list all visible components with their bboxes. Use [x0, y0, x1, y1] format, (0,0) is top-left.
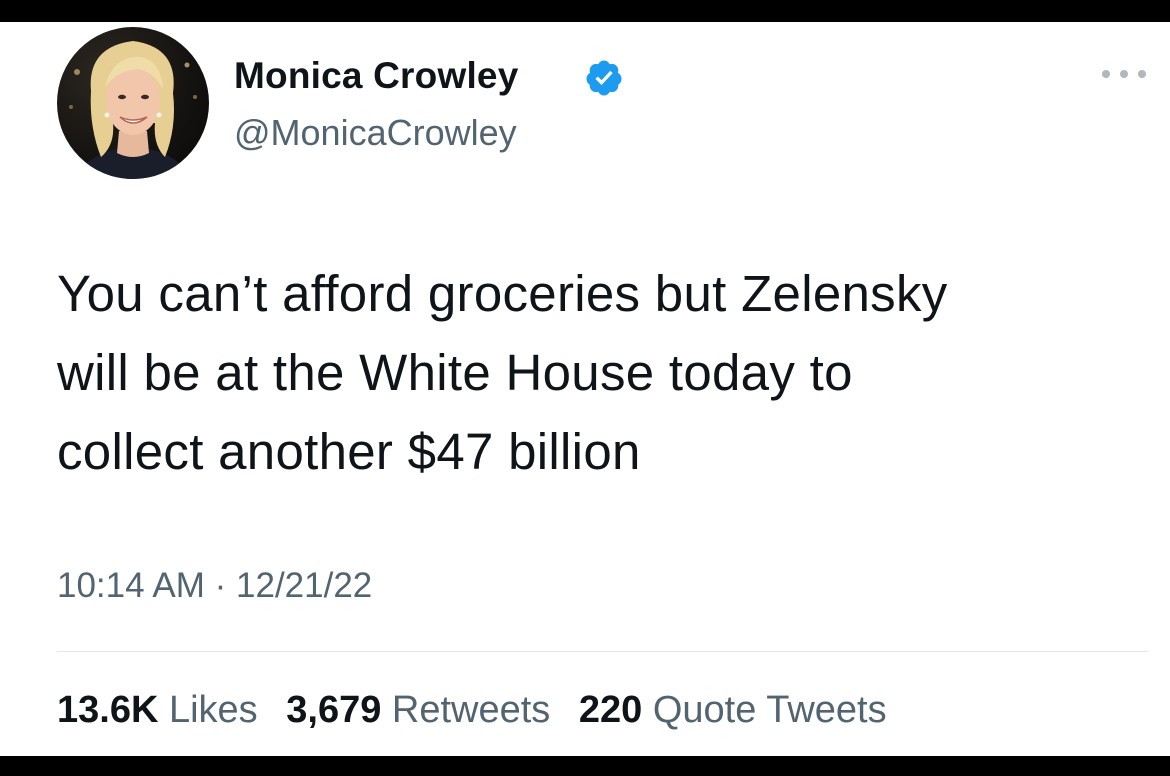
more-dot	[1120, 70, 1128, 78]
tweet-text-line: You can’t afford groceries but Zelensky	[57, 265, 948, 322]
avatar-photo	[69, 41, 197, 179]
tweet-stats: 13.6K Likes 3,679 Retweets 220 Quote Twe…	[57, 689, 905, 732]
avatar[interactable]	[57, 27, 209, 179]
retweets-count: 3,679	[286, 689, 382, 731]
tweet-text-line: will be at the White House today to	[57, 344, 853, 401]
quote-tweets-count: 220	[578, 689, 643, 731]
retweets-label: Retweets	[391, 689, 551, 731]
tweet-text-line: collect another $47 billion	[57, 423, 641, 480]
tweet-timestamp: 10:14 AM · 12/21/22	[57, 566, 372, 606]
tweet-date[interactable]: 12/21/22	[236, 566, 372, 605]
tweet-time[interactable]: 10:14 AM	[57, 566, 205, 605]
quote-tweets-label: Quote Tweets	[652, 689, 887, 731]
timestamp-separator: ·	[214, 566, 227, 605]
author-handle[interactable]: @MonicaCrowley	[234, 112, 517, 154]
tweet-text: You can’t afford groceries but Zelensky …	[57, 254, 1147, 491]
more-options-icon[interactable]	[1102, 66, 1146, 82]
more-dot	[1138, 70, 1146, 78]
retweets-stat[interactable]: 3,679 Retweets	[286, 689, 550, 731]
likes-count: 13.6K	[57, 689, 159, 731]
author-display-name[interactable]: Monica Crowley	[234, 55, 518, 97]
tweet-card: Monica Crowley @MonicaCrowley You can’t …	[0, 22, 1170, 756]
verified-badge-icon	[586, 60, 622, 96]
likes-label: Likes	[168, 689, 258, 731]
more-dot	[1102, 70, 1110, 78]
quote-tweets-stat[interactable]: 220 Quote Tweets	[579, 689, 887, 731]
likes-stat[interactable]: 13.6K Likes	[57, 689, 258, 731]
divider	[57, 651, 1148, 652]
